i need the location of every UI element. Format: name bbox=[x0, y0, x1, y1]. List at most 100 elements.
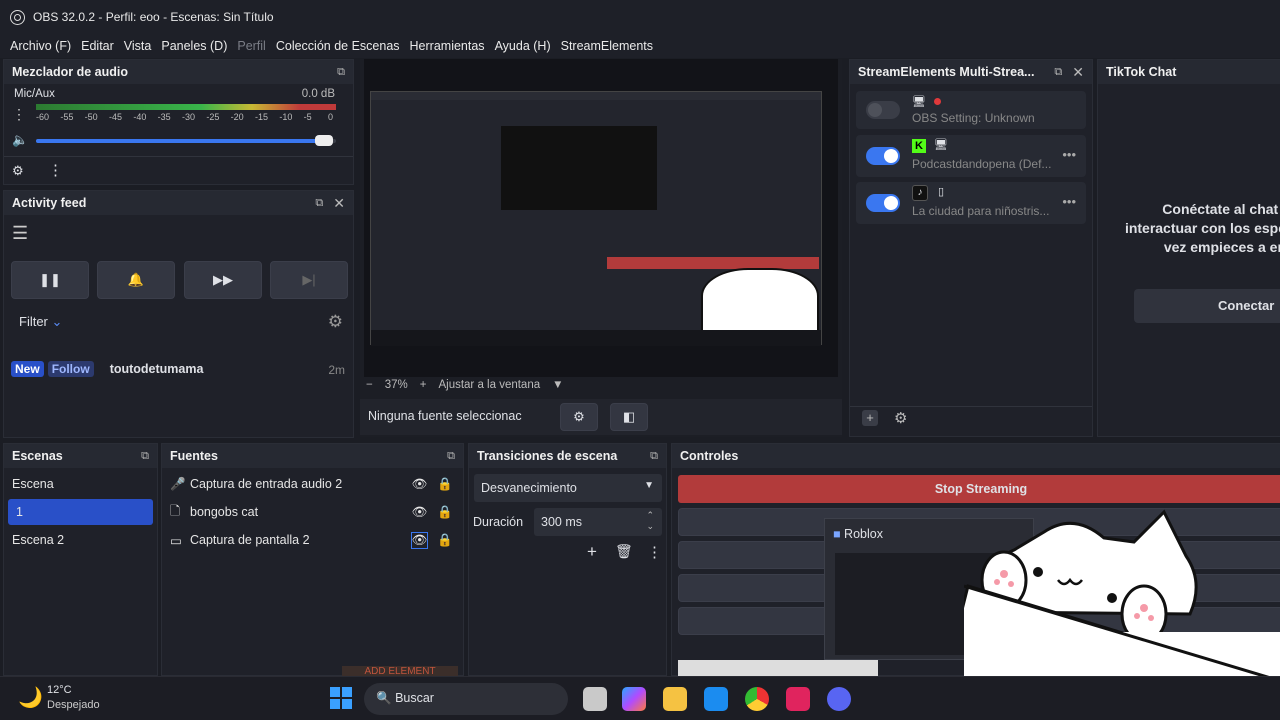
search-box[interactable]: 🔍 Buscar bbox=[364, 683, 568, 715]
fit-label[interactable]: Ajustar a la ventana bbox=[438, 379, 540, 391]
task-view-icon[interactable] bbox=[583, 687, 607, 711]
lock-icon[interactable]: 🔒 bbox=[437, 533, 453, 548]
undock-icon[interactable]: ⧉ bbox=[141, 450, 149, 463]
discord-icon[interactable] bbox=[827, 687, 851, 711]
stop-streaming-button[interactable]: Stop Streaming bbox=[678, 475, 1280, 503]
eye-icon[interactable]: 👁 bbox=[412, 505, 428, 520]
nested-titlebar bbox=[371, 92, 821, 100]
window-title: OBS 32.0.2 - Perfil: eoo - Escenas: Sin … bbox=[33, 10, 274, 24]
follow-badge: Follow bbox=[47, 361, 94, 377]
menu-herramientas[interactable]: Herramientas bbox=[410, 39, 485, 53]
chrome-icon[interactable] bbox=[745, 687, 769, 711]
stream-label: La ciudad para niñostris... bbox=[912, 204, 1050, 218]
undock-icon[interactable]: ⧉ bbox=[1054, 66, 1062, 79]
source-filters-button[interactable]: ◧ bbox=[610, 403, 648, 431]
connect-button[interactable]: Conectar bbox=[1134, 289, 1280, 323]
gear-icon[interactable]: ⚙ bbox=[894, 409, 907, 427]
transitions-title: Transiciones de escena bbox=[477, 449, 618, 463]
skip-button[interactable]: ▶▶ bbox=[184, 261, 262, 299]
copilot-icon[interactable] bbox=[622, 687, 646, 711]
weather-moon-icon: 🌙 bbox=[18, 687, 43, 709]
menu-ayuda[interactable]: Ayuda (H) bbox=[495, 39, 551, 53]
file-explorer-icon[interactable] bbox=[663, 687, 687, 711]
audio-mixer-dock: Mezclador de audio ⧉ Mic/Aux 0.0 dB ⋮ -6… bbox=[3, 59, 354, 185]
menu-streamelements[interactable]: StreamElements bbox=[561, 39, 653, 53]
zoom-out-icon[interactable]: − bbox=[366, 379, 373, 391]
monitor-icon: 🖥 bbox=[912, 96, 926, 108]
undock-icon[interactable]: ⧉ bbox=[447, 450, 455, 463]
more-icon[interactable]: ⋮ bbox=[48, 161, 63, 179]
menu-coleccion[interactable]: Colección de Escenas bbox=[276, 39, 400, 53]
audio-tick-label: -30 bbox=[182, 112, 196, 122]
controls-header: Controles bbox=[672, 444, 1280, 468]
speaker-icon[interactable]: 🔈 bbox=[12, 132, 28, 148]
hamburger-icon[interactable]: ☰ bbox=[12, 223, 28, 244]
filter-label[interactable]: Filter ⌄ bbox=[19, 314, 62, 330]
scene-item[interactable]: Escena bbox=[4, 471, 157, 497]
eye-icon[interactable]: 👁 bbox=[410, 531, 429, 549]
volume-slider[interactable] bbox=[36, 135, 336, 146]
multistream-header: StreamElements Multi-Strea... ⧉ ✕ bbox=[850, 60, 1092, 84]
stream-toggle[interactable] bbox=[866, 101, 900, 119]
feed-item: New Follow toutodetumama bbox=[11, 361, 203, 377]
audio-mixer-header: Mezclador de audio ⧉ bbox=[4, 60, 353, 84]
scene-item[interactable]: Escena 2 bbox=[4, 527, 157, 553]
source-properties-button[interactable]: ⚙ bbox=[560, 403, 598, 431]
scenes-title: Escenas bbox=[12, 449, 63, 463]
lock-icon[interactable]: 🔒 bbox=[437, 505, 453, 520]
windows-start-icon[interactable] bbox=[330, 687, 352, 709]
volume-handle[interactable] bbox=[315, 135, 333, 146]
pause-button[interactable]: ❚❚ bbox=[11, 261, 89, 299]
nested-taskbar bbox=[371, 330, 821, 346]
duration-input[interactable]: 300 ms ⌃ ⌄ bbox=[534, 508, 662, 536]
scene-item-selected[interactable]: 1 bbox=[8, 499, 153, 525]
source-item[interactable]: 🎤 Captura de entrada audio 2 👁 🔒 bbox=[162, 471, 463, 497]
menu-editar[interactable]: Editar bbox=[81, 39, 114, 53]
tiktok-icon: ♪ bbox=[912, 185, 928, 201]
add-icon[interactable]: + bbox=[587, 542, 597, 562]
fit-dropdown-icon[interactable]: ▼ bbox=[552, 379, 563, 391]
source-item[interactable]: ▭ Captura de pantalla 2 👁 🔒 bbox=[162, 527, 463, 553]
start-tile bbox=[342, 699, 352, 709]
eye-icon[interactable]: 👁 bbox=[412, 477, 428, 492]
more-icon[interactable]: ⋮ bbox=[647, 543, 662, 561]
close-icon[interactable]: ✕ bbox=[333, 195, 345, 212]
stepper-icon[interactable]: ⌃ ⌄ bbox=[646, 510, 654, 532]
skip-end-icon: ▶| bbox=[302, 272, 316, 287]
roblox-title: ■ Roblox bbox=[833, 527, 883, 541]
bell-button[interactable]: 🔔 bbox=[97, 261, 175, 299]
stream-toggle[interactable] bbox=[866, 147, 900, 165]
sources-dock: Fuentes ⧉ 🎤 Captura de entrada audio 2 👁 🔒 … bbox=[161, 443, 464, 678]
zoom-in-icon[interactable]: + bbox=[420, 379, 427, 391]
audio-tick-label: -15 bbox=[255, 112, 269, 122]
file-icon: 🗋 bbox=[170, 503, 181, 518]
transition-select[interactable]: Desvanecimiento ▼ bbox=[474, 474, 662, 502]
next-button[interactable]: ▶| bbox=[270, 261, 348, 299]
more-icon[interactable]: ••• bbox=[1062, 147, 1076, 162]
add-icon[interactable]: + bbox=[862, 410, 878, 426]
settings-gear-icon[interactable]: ⚙ bbox=[328, 312, 343, 332]
nested-preview bbox=[501, 126, 657, 210]
roblox-title-text: Roblox bbox=[844, 527, 883, 541]
stream-toggle[interactable] bbox=[866, 194, 900, 212]
menu-paneles[interactable]: Paneles (D) bbox=[161, 39, 227, 53]
undock-icon[interactable]: ⧉ bbox=[650, 450, 658, 463]
store-icon[interactable] bbox=[704, 687, 728, 711]
preview-canvas[interactable] bbox=[364, 59, 838, 377]
audio-menu-icon[interactable]: ⋮ bbox=[12, 106, 26, 123]
menu-vista[interactable]: Vista bbox=[124, 39, 152, 53]
menu-archivo[interactable]: Archivo (F) bbox=[10, 39, 71, 53]
undock-icon[interactable]: ⧉ bbox=[337, 66, 345, 79]
gear-icon[interactable]: ⚙ bbox=[12, 163, 24, 179]
trash-icon[interactable]: 🗑 bbox=[615, 543, 633, 560]
source-item[interactable]: 🗋 bongobs cat 👁 🔒 bbox=[162, 499, 463, 525]
tiktok-app-icon[interactable] bbox=[786, 687, 810, 711]
lock-icon[interactable]: 🔒 bbox=[437, 477, 453, 492]
close-icon[interactable]: ✕ bbox=[1072, 64, 1084, 81]
preview-area: − 37% + Ajustar a la ventana ▼ Ninguna f… bbox=[360, 59, 842, 437]
multistream-item: 🖥 OBS Setting: Unknown bbox=[856, 91, 1086, 129]
more-icon[interactable]: ••• bbox=[1062, 194, 1076, 209]
menu-perfil[interactable]: Perfil bbox=[237, 39, 265, 53]
undock-icon[interactable]: ⧉ bbox=[315, 197, 323, 210]
bongo-cat-image bbox=[964, 502, 1280, 678]
